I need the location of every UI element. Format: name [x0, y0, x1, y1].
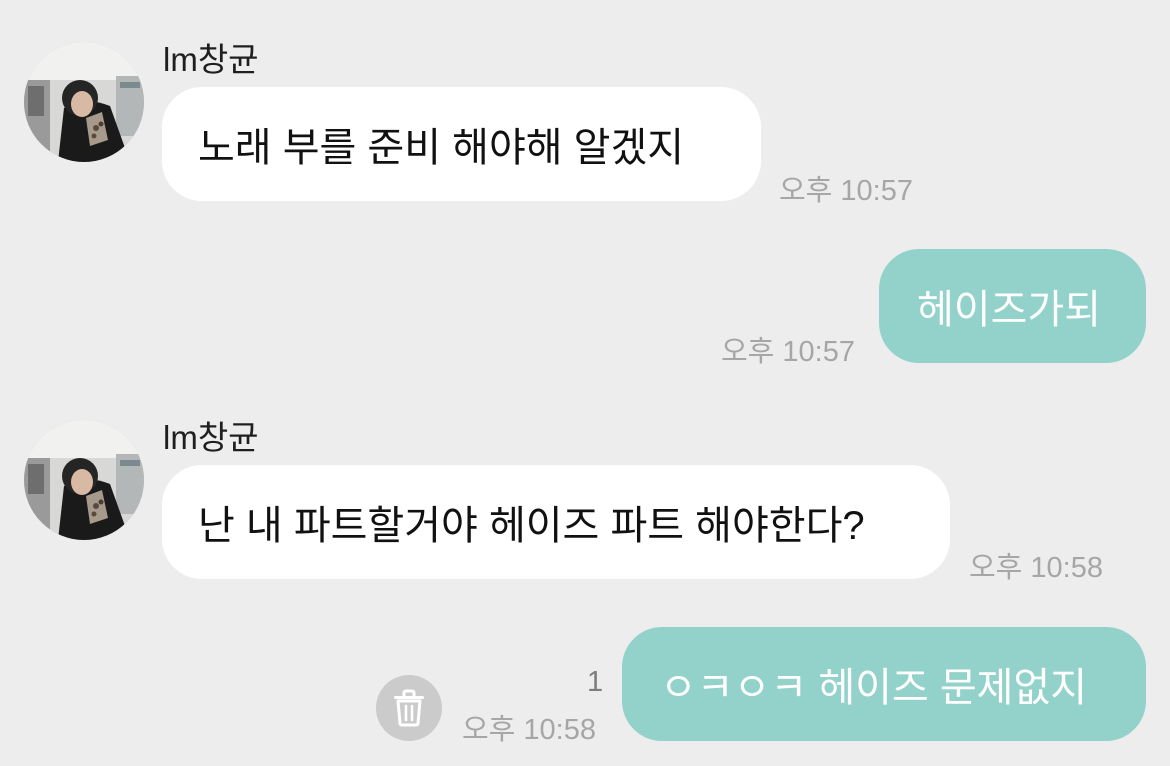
message-bubble[interactable]: 난 내 파트할거야 헤이즈 파트 해야한다? — [162, 465, 950, 579]
message-row-incoming: lm창균 노래 부를 준비 해야해 알겠지 오후 10:57 — [0, 0, 1170, 220]
message-bubble[interactable]: 노래 부를 준비 해야해 알겠지 — [162, 87, 761, 201]
message-timestamp: 오후 10:58 — [462, 714, 596, 746]
message-bubble[interactable]: ㅇㅋㅇㅋ 헤이즈 문제없지 — [622, 627, 1146, 741]
delete-button[interactable] — [376, 675, 442, 741]
message-row-outgoing: 오후 10:57 헤이즈가되 — [0, 220, 1170, 390]
trash-icon — [394, 689, 424, 727]
avatar[interactable] — [24, 42, 144, 162]
message-timestamp: 오후 10:57 — [721, 336, 855, 368]
sender-name: lm창균 — [163, 419, 259, 456]
message-text: 난 내 파트할거야 헤이즈 파트 해야한다? — [198, 504, 865, 548]
avatar-photo — [24, 420, 144, 540]
message-text: 노래 부를 준비 해야해 알겠지 — [198, 126, 685, 170]
message-timestamp: 오후 10:58 — [969, 552, 1103, 584]
sender-name: lm창균 — [163, 41, 259, 78]
message-text: ㅇㅋㅇㅋ 헤이즈 문제없지 — [660, 666, 1088, 710]
message-row-incoming: lm창균 난 내 파트할거야 헤이즈 파트 해야한다? 오후 10:58 — [0, 390, 1170, 605]
avatar-photo — [24, 42, 144, 162]
unread-count: 1 — [587, 666, 604, 698]
message-text: 헤이즈가되 — [917, 288, 1101, 332]
message-bubble[interactable]: 헤이즈가되 — [879, 249, 1146, 363]
avatar[interactable] — [24, 420, 144, 540]
message-row-outgoing: 1 오후 10:58 ㅇㅋㅇㅋ 헤이즈 문제없지 — [0, 605, 1170, 766]
message-timestamp: 오후 10:57 — [779, 175, 913, 207]
